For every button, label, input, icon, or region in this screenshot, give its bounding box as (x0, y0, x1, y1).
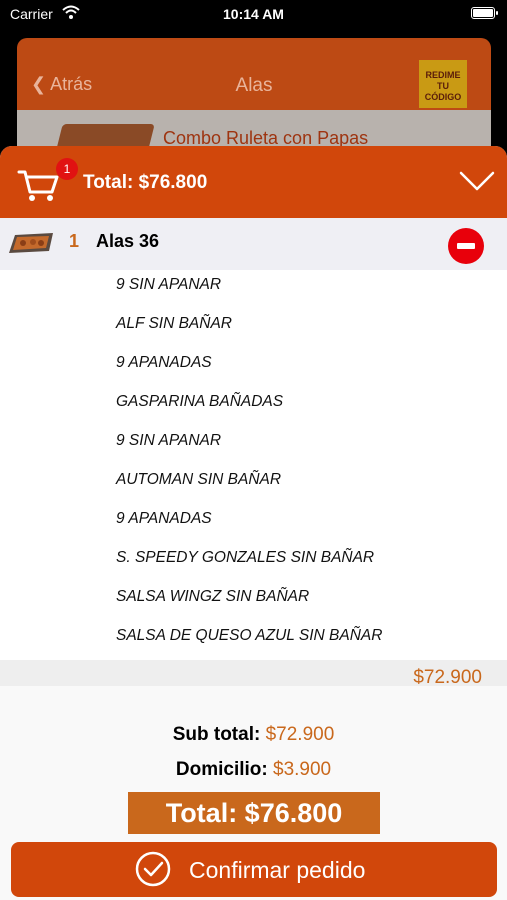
modifier-item: 9 SIN APANAR (116, 276, 222, 293)
cart-sheet: 1 Total: $76.800 1 Alas 36 9 SIN APANAR … (0, 146, 507, 900)
redeem-code-logo[interactable]: REDIME TU CÓDIGO (419, 60, 467, 108)
confirm-order-label: Confirmar pedido (189, 857, 366, 883)
header-total: Total: $76.800 (83, 172, 208, 193)
item-name: Alas 36 (96, 231, 160, 251)
modifier-item: S. SPEEDY GONZALES SIN BAÑAR (116, 549, 375, 566)
clock: 10:14 AM (223, 6, 284, 22)
confirm-order-button[interactable]: Confirmar pedido (11, 842, 497, 897)
modifier-item: 9 SIN APANAR (116, 432, 222, 449)
item-image (9, 233, 53, 253)
cart-count-badge: 1 (56, 158, 78, 180)
modifier-item: SALSA DE QUESO AZUL SIN BAÑAR (116, 627, 383, 644)
delivery-line: Domicilio: $3.900 (0, 759, 507, 781)
order-total: Total: $76.800 (128, 792, 380, 834)
item-price-row: $72.900 (0, 660, 507, 686)
logo-line-2: TU CÓDIGO (424, 81, 462, 102)
remove-item-button[interactable] (448, 228, 484, 264)
background-nav-bar: ❮ Atrás Alas REDIME TU CÓDIGO (17, 38, 491, 110)
cart-item-row: 1 Alas 36 (0, 218, 507, 270)
subtotal-line: Sub total: $72.900 (0, 724, 507, 746)
item-modifiers: 9 SIN APANAR ALF SIN BAÑAR 9 APANADAS GA… (0, 270, 507, 660)
modifier-item: SALSA WINGZ SIN BAÑAR (116, 588, 310, 605)
logo-line-1: REDIME (425, 70, 461, 80)
item-quantity: 1 (69, 231, 80, 251)
delivery-value: $3.900 (273, 759, 332, 780)
delivery-label: Domicilio: (175, 759, 268, 780)
status-bar: Carrier 10:14 AM (0, 0, 507, 30)
chevron-down-icon[interactable] (459, 170, 495, 192)
subtotal-value: $72.900 (265, 724, 335, 745)
remove-icon (457, 243, 475, 249)
modifier-item: GASPARINA BAÑADAS (116, 393, 284, 410)
checkmark-circle-icon (135, 851, 171, 887)
battery-icon (471, 7, 498, 19)
modifier-item: 9 APANADAS (116, 510, 212, 527)
modifier-item: ALF SIN BAÑAR (116, 315, 233, 332)
order-summary: Sub total: $72.900 Domicilio: $3.900 Tot… (0, 686, 507, 900)
cart-header[interactable]: 1 Total: $76.800 (0, 146, 507, 218)
modifier-item: AUTOMAN SIN BAÑAR (116, 471, 282, 488)
item-price: $72.900 (413, 667, 482, 686)
modifier-item: 9 APANADAS (116, 354, 212, 371)
cart-icon (17, 170, 59, 201)
subtotal-label: Sub total: (172, 724, 261, 745)
